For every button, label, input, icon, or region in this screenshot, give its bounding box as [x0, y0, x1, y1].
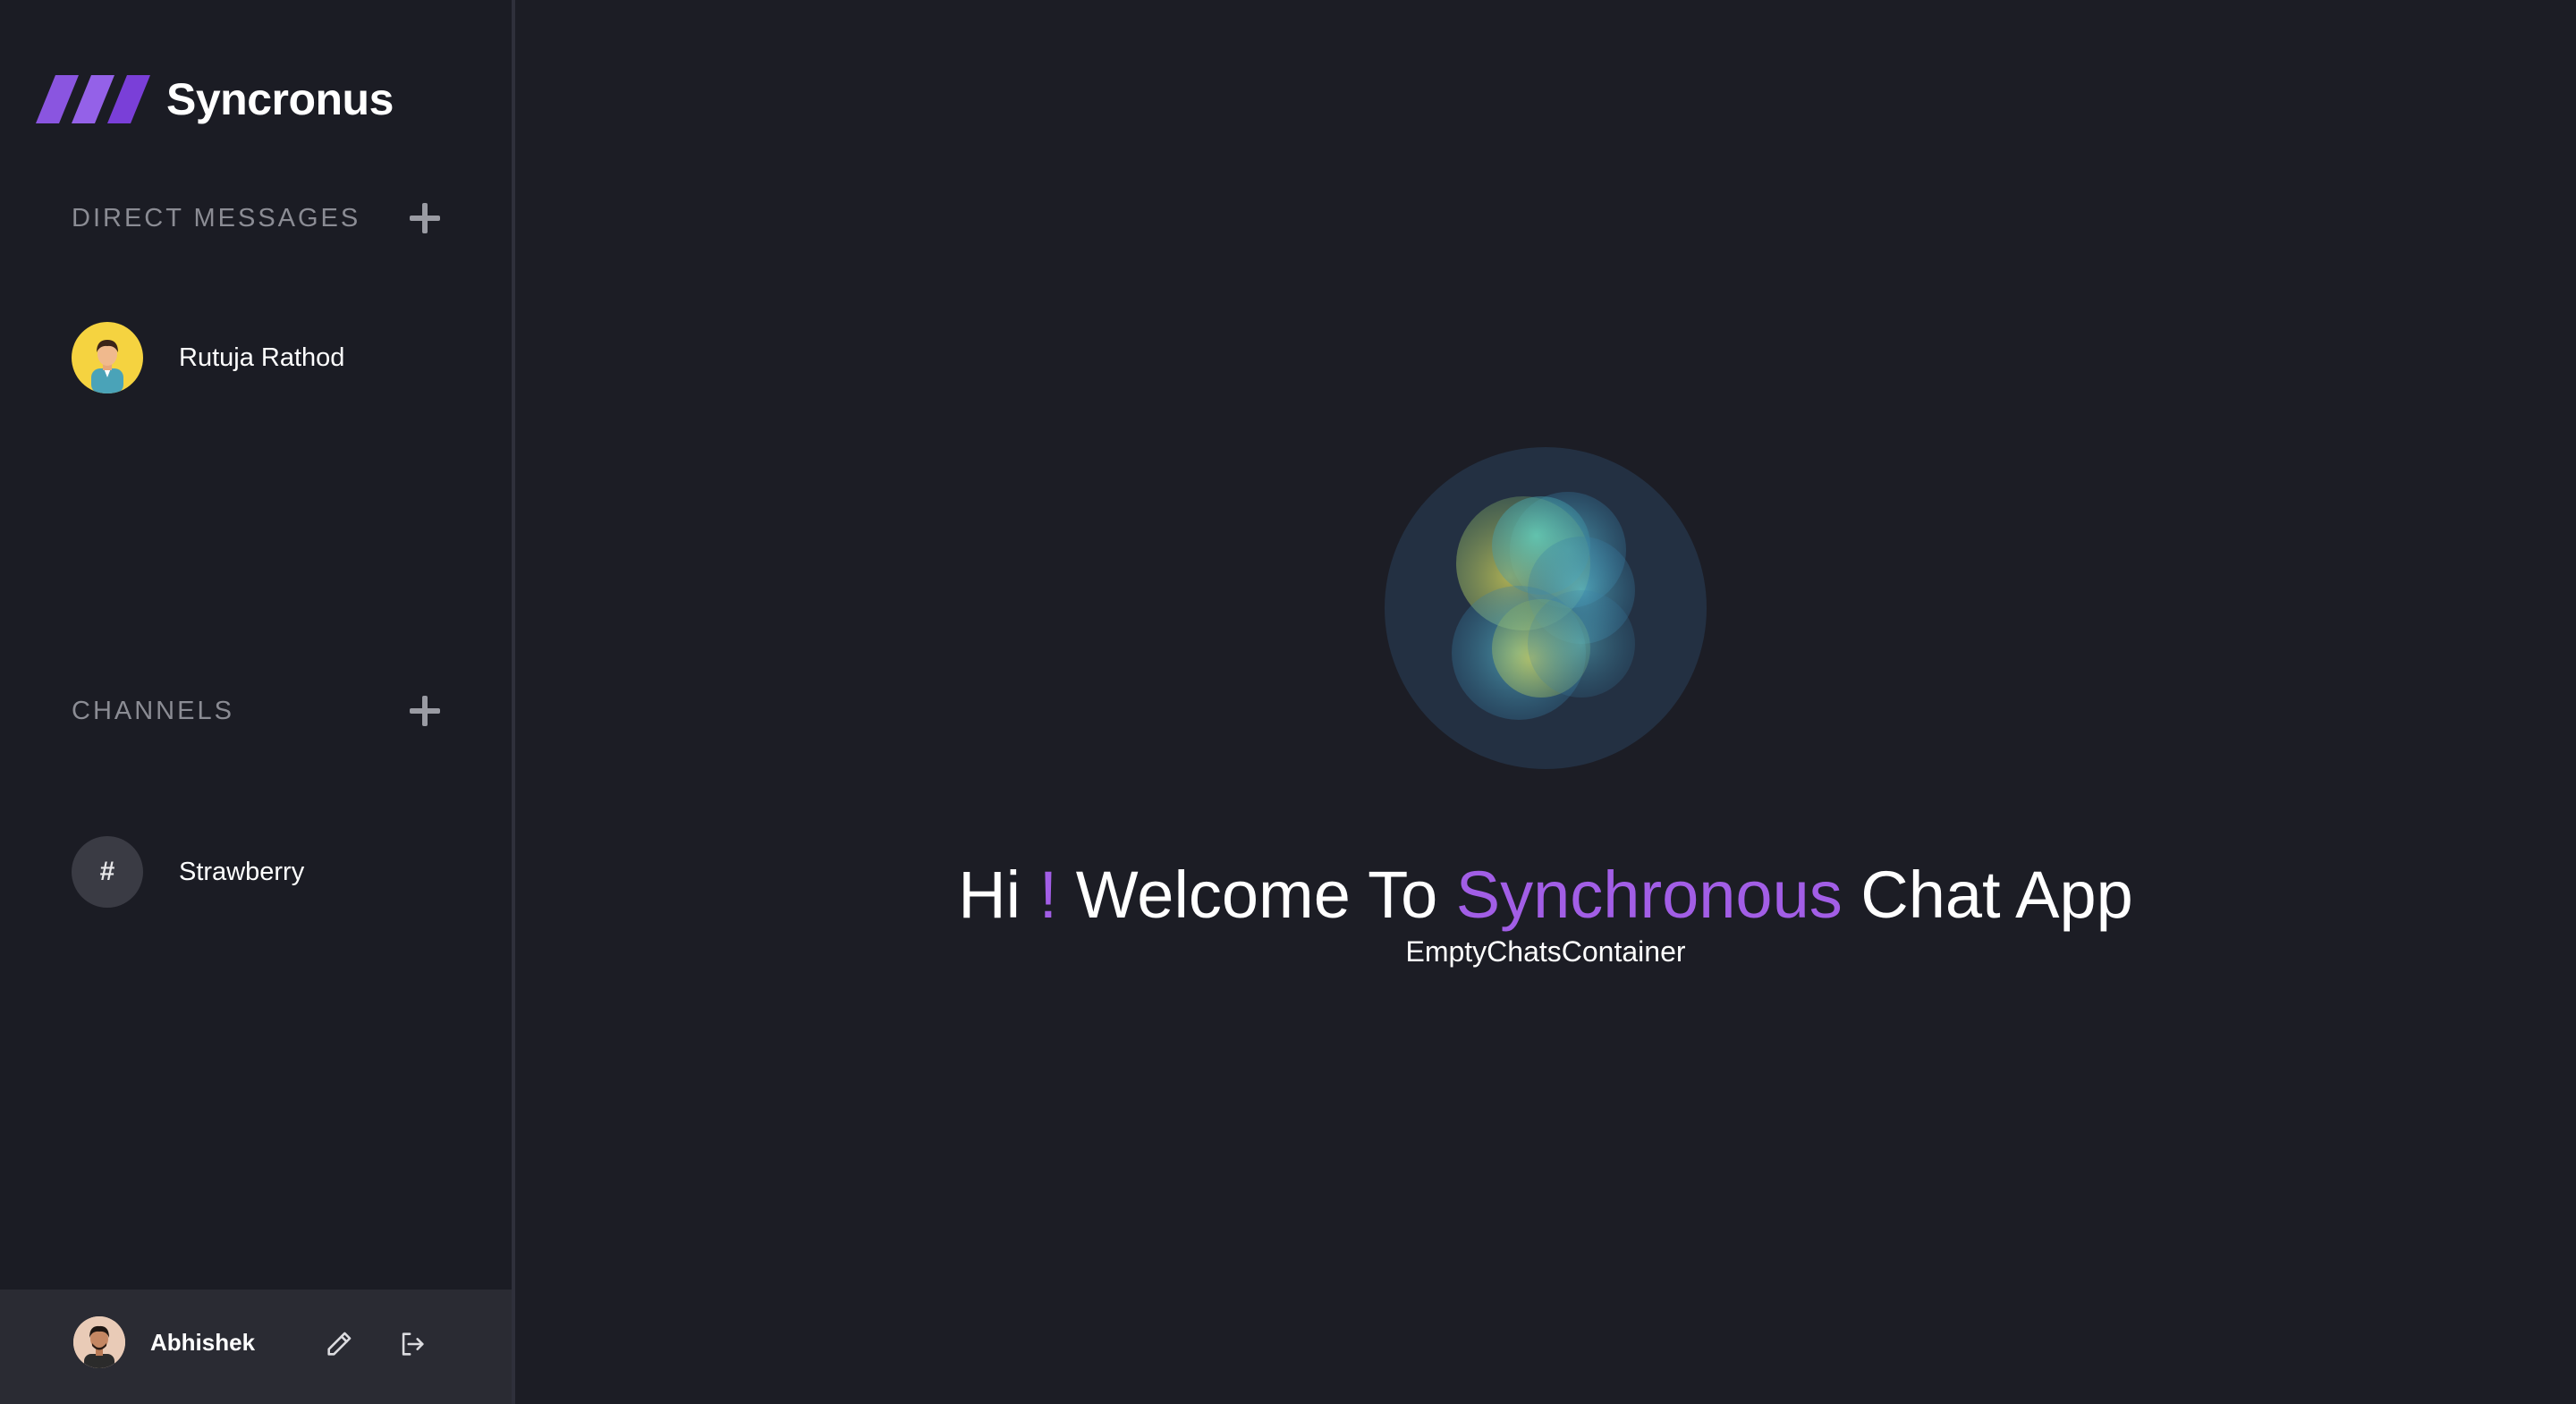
add-channel-button[interactable]: [410, 696, 440, 726]
welcome-heading: Hi ! Welcome To Synchronous Chat App: [515, 857, 2576, 933]
dm-item-label: Rutuja Rathod: [179, 343, 345, 372]
empty-state-subtitle: EmptyChatsContainer: [1405, 935, 1686, 968]
user-avatar[interactable]: [73, 1316, 125, 1368]
welcome-app-name: Synchronous: [1455, 858, 1843, 932]
welcome-to: Welcome To: [1075, 858, 1438, 932]
direct-messages-title: DIRECT MESSAGES: [72, 204, 361, 233]
cartoon-person-avatar: [72, 322, 143, 393]
sidebar: Syncronus DIRECT MESSAGES Rutuja Rathod …: [0, 0, 515, 1404]
edit-profile-button[interactable]: [324, 1329, 354, 1359]
dm-item-rutuja-rathod[interactable]: Rutuja Rathod: [72, 322, 344, 393]
channel-item-strawberry[interactable]: # Strawberry: [72, 836, 304, 908]
animated-orb-icon: [1385, 447, 1707, 769]
profile-name: Abhishek: [150, 1329, 256, 1356]
welcome-exclaim: !: [1038, 858, 1058, 932]
logout-button[interactable]: [397, 1329, 428, 1359]
logout-icon: [402, 1332, 424, 1356]
logo-stripes-icon: [36, 75, 150, 123]
hash-icon: #: [72, 836, 143, 908]
channel-item-label: Strawberry: [179, 857, 305, 886]
app-name: Syncronus: [166, 74, 394, 124]
profile-bar: Abhishek: [0, 1290, 512, 1404]
pencil-icon: [327, 1332, 352, 1356]
channels-title: CHANNELS: [72, 697, 234, 725]
welcome-chat-app: Chat App: [1860, 858, 2133, 932]
app-logo[interactable]: Syncronus: [36, 73, 394, 125]
welcome-hi: Hi: [958, 858, 1021, 932]
add-direct-message-button[interactable]: [410, 203, 440, 233]
app-root: Syncronus DIRECT MESSAGES Rutuja Rathod …: [0, 0, 2576, 1404]
